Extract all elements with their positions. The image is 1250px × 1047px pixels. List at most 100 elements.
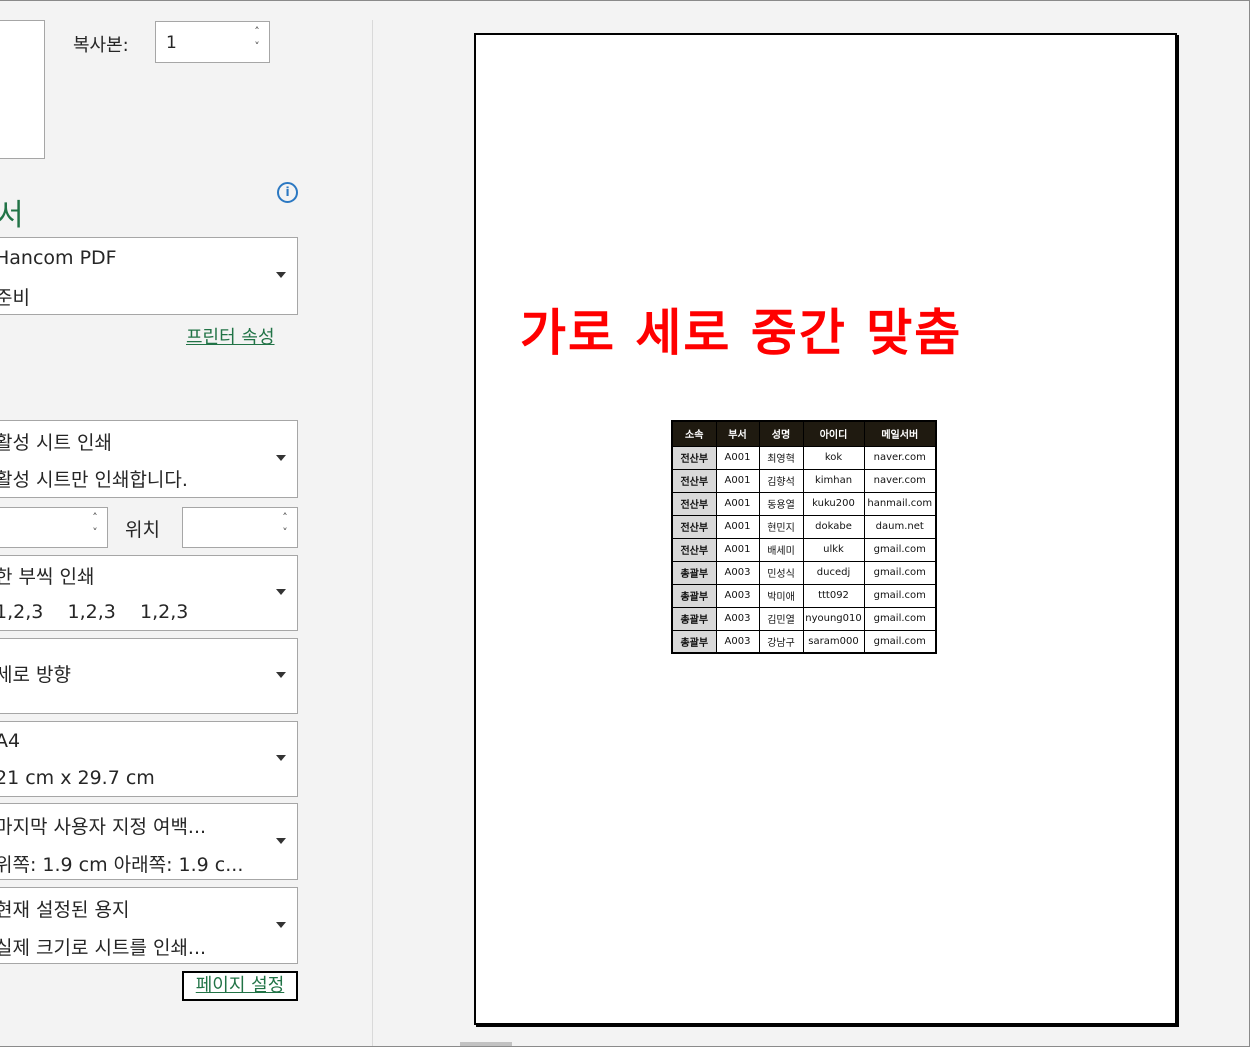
table-header-cell: 소속 (671, 420, 717, 447)
spin-arrows-icon[interactable]: ˄ ˅ (251, 24, 263, 54)
table-cell: 총괄부 (671, 560, 717, 585)
paper-size-select[interactable]: A4 21 cm x 29.7 cm (0, 721, 298, 797)
pages-to-label: 위치 (125, 519, 160, 541)
print-what-title: 활성 시트 인쇄 (0, 432, 112, 454)
spin-arrows-icon[interactable]: ˄ ˅ (89, 510, 101, 540)
table-row: 전산부 A001 배세미 ulkk gmail.com (671, 537, 937, 562)
table-cell: kuku200 (802, 491, 865, 516)
table-cell: naver.com (863, 468, 937, 493)
table-cell: nyoung010 (802, 606, 865, 631)
copies-input[interactable]: 1 ˄ ˅ (155, 21, 270, 63)
table-cell: hanmail.com (863, 491, 937, 516)
print-what-desc: 활성 시트만 인쇄합니다. (0, 469, 188, 491)
printer-section-title: 서 (0, 198, 24, 233)
table-cell: ducedj (802, 560, 865, 585)
page-setup-link[interactable]: 페이지 설정 (182, 971, 298, 1001)
pages-to-input[interactable]: ˄ ˅ (182, 507, 298, 548)
table-row: 총괄부 A003 강남구 saram000 gmail.com (671, 629, 937, 654)
spin-arrows-icon[interactable]: ˄ ˅ (279, 510, 291, 540)
table-cell: 총괄부 (671, 583, 717, 608)
table-cell: gmail.com (863, 560, 937, 585)
table-cell: 민성식 (758, 560, 804, 585)
table-cell: gmail.com (863, 537, 937, 562)
scrollbar-thumb[interactable] (460, 1042, 512, 1047)
table-cell: 총괄부 (671, 606, 717, 631)
table-cell: A001 (715, 537, 760, 562)
printer-select[interactable]: Hancom PDF 준비 (0, 237, 298, 315)
table-cell: gmail.com (863, 583, 937, 608)
table-cell: 김향석 (758, 468, 804, 493)
table-cell: A003 (715, 606, 760, 631)
table-header-row: 소속 부서 성명 아이디 메일서버 (671, 420, 937, 447)
table-cell: 전산부 (671, 491, 717, 516)
table-cell: 김민열 (758, 606, 804, 631)
table-row: 전산부 A001 김향석 kimhan naver.com (671, 468, 937, 493)
table-cell: 전산부 (671, 514, 717, 539)
table-cell: 강남구 (758, 629, 804, 654)
printer-properties-link[interactable]: 프린터 속성 (186, 323, 275, 349)
table-row: 전산부 A001 현민지 dokabe daum.net (671, 514, 937, 539)
table-cell: A001 (715, 468, 760, 493)
printer-status: 준비 (0, 287, 30, 309)
collate-title: 한 부씩 인쇄 (0, 566, 95, 588)
print-what-select[interactable]: 활성 시트 인쇄 활성 시트만 인쇄합니다. (0, 420, 298, 498)
copies-value: 1 (166, 33, 177, 53)
collate-select[interactable]: 한 부씩 인쇄 1,2,3 1,2,3 1,2,3 (0, 555, 298, 631)
panel-divider (372, 20, 373, 1047)
copies-label: 복사본: (73, 35, 129, 56)
table-cell: A001 (715, 445, 760, 470)
table-row: 전산부 A001 동용열 kuku200 hanmail.com (671, 491, 937, 516)
info-icon[interactable]: i (277, 182, 298, 203)
chevron-down-icon (276, 837, 286, 844)
table-cell: saram000 (802, 629, 865, 654)
table-cell: A003 (715, 629, 760, 654)
orientation-title: 세로 방향 (0, 664, 71, 686)
paper-size-desc: 21 cm x 29.7 cm (0, 767, 155, 789)
collate-desc: 1,2,3 1,2,3 1,2,3 (0, 601, 189, 623)
orientation-select[interactable]: 세로 방향 (0, 638, 298, 714)
table-cell: ttt092 (802, 583, 865, 608)
table-cell: 동용열 (758, 491, 804, 516)
table-header-cell: 메일서버 (863, 420, 937, 447)
table-cell: 전산부 (671, 537, 717, 562)
table-cell: 배세미 (758, 537, 804, 562)
printer-name: Hancom PDF (0, 247, 117, 269)
table-cell: gmail.com (863, 606, 937, 631)
table-cell: ulkk (802, 537, 865, 562)
table-cell: A003 (715, 583, 760, 608)
table-row: 총괄부 A003 박미애 ttt092 gmail.com (671, 583, 937, 608)
table-row: 총괄부 A003 민성식 ducedj gmail.com (671, 560, 937, 585)
table-cell: kimhan (802, 468, 865, 493)
table-cell: gmail.com (863, 629, 937, 654)
chevron-down-icon (276, 755, 286, 761)
scaling-select[interactable]: 현재 설정된 용지 실제 크기로 시트를 인쇄... (0, 887, 298, 964)
preview-headline: 가로 세로 중간 맞춤 (520, 304, 963, 362)
chevron-down-icon (276, 921, 286, 928)
table-cell: 전산부 (671, 468, 717, 493)
scaling-title: 현재 설정된 용지 (0, 899, 130, 921)
table-cell: 박미애 (758, 583, 804, 608)
print-preview-page: 가로 세로 중간 맞춤 소속 부서 성명 아이디 메일서버 전산부 A001 최영혁… (474, 33, 1177, 1025)
table-cell: daum.net (863, 514, 937, 539)
scaling-desc: 실제 크기로 시트를 인쇄... (0, 937, 207, 959)
table-cell: kok (802, 445, 865, 470)
table-cell: A001 (715, 491, 760, 516)
table-cell: A003 (715, 560, 760, 585)
print-preview-thumbnail (0, 20, 45, 159)
table-header-cell: 부서 (715, 420, 760, 447)
margins-title: 마지막 사용자 지정 여백... (0, 816, 207, 838)
chevron-down-icon (276, 672, 286, 678)
table-cell: A001 (715, 514, 760, 539)
chevron-down-icon (276, 589, 286, 595)
chevron-down-icon (276, 455, 286, 461)
pages-from-input[interactable]: ˄ ˅ (0, 507, 108, 548)
table-cell: naver.com (863, 445, 937, 470)
table-header-cell: 아이디 (802, 420, 865, 447)
paper-size-title: A4 (0, 730, 21, 752)
table-cell: dokabe (802, 514, 865, 539)
table-cell: 전산부 (671, 445, 717, 470)
margins-select[interactable]: 마지막 사용자 지정 여백... 위쪽: 1.9 cm 아래쪽: 1.9 c..… (0, 803, 298, 880)
table-row: 총괄부 A003 김민열 nyoung010 gmail.com (671, 606, 937, 631)
table-row: 전산부 A001 최영혁 kok naver.com (671, 445, 937, 470)
table-cell: 현민지 (758, 514, 804, 539)
